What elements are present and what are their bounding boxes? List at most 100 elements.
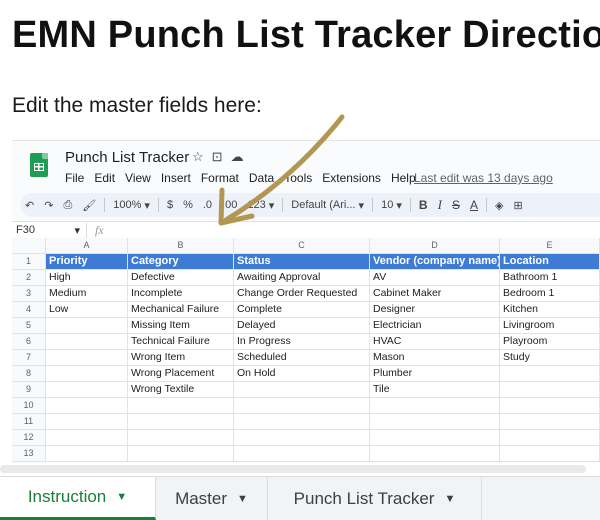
table-cell[interactable]: Wrong Placement (128, 366, 234, 381)
redo-icon[interactable]: ↷ (39, 199, 58, 212)
font-size-select[interactable]: 10 ▾ (376, 199, 407, 212)
strikethrough-button[interactable]: S (447, 198, 465, 212)
row-number[interactable]: 2 (12, 270, 46, 285)
table-cell[interactable] (500, 430, 600, 445)
table-cell[interactable]: Designer (370, 302, 500, 317)
header-cell-location[interactable]: Location (500, 254, 600, 269)
table-cell[interactable]: Technical Failure (128, 334, 234, 349)
italic-button[interactable]: I (433, 197, 447, 213)
table-cell[interactable]: Study (500, 350, 600, 365)
row-number[interactable]: 10 (12, 398, 46, 413)
table-cell[interactable]: On Hold (234, 366, 370, 381)
table-cell[interactable]: Scheduled (234, 350, 370, 365)
table-cell[interactable]: Wrong Textile (128, 382, 234, 397)
table-cell[interactable]: Complete (234, 302, 370, 317)
column-header-c[interactable]: C (234, 238, 370, 253)
undo-icon[interactable]: ↶ (20, 199, 39, 212)
row-number[interactable]: 9 (12, 382, 46, 397)
header-cell-priority[interactable]: Priority (46, 254, 128, 269)
name-box[interactable]: F30 ▾ (12, 224, 86, 237)
table-cell[interactable] (370, 430, 500, 445)
menu-view[interactable]: View (125, 171, 151, 185)
table-cell[interactable]: High (46, 270, 128, 285)
paint-format-icon[interactable]: 🖌 (77, 199, 101, 212)
table-cell[interactable] (128, 446, 234, 461)
row-number[interactable]: 13 (12, 446, 46, 461)
column-header-d[interactable]: D (370, 238, 500, 253)
menu-format[interactable]: Format (201, 171, 239, 185)
percent-button[interactable]: % (178, 199, 198, 211)
tab-punch-list-tracker[interactable]: Punch List Tracker ▼ (268, 477, 482, 520)
select-all-corner[interactable] (12, 238, 46, 253)
table-cell[interactable] (46, 334, 128, 349)
menu-insert[interactable]: Insert (161, 171, 191, 185)
currency-button[interactable]: $ (162, 199, 178, 211)
header-cell-category[interactable]: Category (128, 254, 234, 269)
column-header-b[interactable]: B (128, 238, 234, 253)
increase-decimal-button[interactable]: .00 (217, 199, 242, 211)
table-cell[interactable] (234, 398, 370, 413)
table-cell[interactable]: Plumber (370, 366, 500, 381)
table-cell[interactable] (128, 398, 234, 413)
star-icon[interactable]: ☆ (192, 149, 204, 165)
menu-edit[interactable]: Edit (94, 171, 115, 185)
table-cell[interactable]: Delayed (234, 318, 370, 333)
row-number[interactable]: 1 (12, 254, 46, 269)
table-cell[interactable]: Cabinet Maker (370, 286, 500, 301)
number-format-select[interactable]: 123 ▾ (242, 199, 279, 212)
table-cell[interactable]: Mason (370, 350, 500, 365)
table-cell[interactable] (46, 446, 128, 461)
horizontal-scrollbar[interactable] (0, 465, 586, 473)
move-folder-icon[interactable]: ⊡ (212, 149, 223, 165)
row-number[interactable]: 3 (12, 286, 46, 301)
menu-tools[interactable]: Tools (284, 171, 312, 185)
table-cell[interactable] (128, 414, 234, 429)
zoom-select[interactable]: 100% ▾ (108, 199, 155, 212)
chevron-down-icon[interactable]: ▼ (444, 493, 455, 505)
table-cell[interactable]: In Progress (234, 334, 370, 349)
table-cell[interactable] (46, 430, 128, 445)
bold-button[interactable]: B (414, 198, 433, 212)
table-cell[interactable] (500, 398, 600, 413)
column-header-e[interactable]: E (500, 238, 600, 253)
row-number[interactable]: 4 (12, 302, 46, 317)
column-header-a[interactable]: A (46, 238, 128, 253)
table-cell[interactable] (46, 350, 128, 365)
table-cell[interactable]: Defective (128, 270, 234, 285)
cloud-status-icon[interactable]: ☁ (231, 149, 244, 165)
table-cell[interactable]: Bedroom 1 (500, 286, 600, 301)
borders-icon[interactable]: ⊞ (508, 199, 527, 212)
table-cell[interactable] (370, 398, 500, 413)
table-cell[interactable]: Tile (370, 382, 500, 397)
row-number[interactable]: 11 (12, 414, 46, 429)
table-cell[interactable] (46, 318, 128, 333)
table-cell[interactable]: HVAC (370, 334, 500, 349)
table-cell[interactable] (370, 414, 500, 429)
table-cell[interactable]: Bathroom 1 (500, 270, 600, 285)
table-cell[interactable]: Medium (46, 286, 128, 301)
menu-extensions[interactable]: Extensions (322, 171, 381, 185)
table-cell[interactable]: Awaiting Approval (234, 270, 370, 285)
font-select[interactable]: Default (Ari... ▾ (286, 199, 369, 212)
tab-instruction[interactable]: Instruction ▼ (0, 477, 156, 520)
table-cell[interactable] (128, 430, 234, 445)
table-cell[interactable]: Electrician (370, 318, 500, 333)
table-cell[interactable] (500, 414, 600, 429)
header-cell-status[interactable]: Status (234, 254, 370, 269)
table-cell[interactable] (46, 366, 128, 381)
row-number[interactable]: 6 (12, 334, 46, 349)
table-cell[interactable]: Playroom (500, 334, 600, 349)
table-cell[interactable]: AV (370, 270, 500, 285)
table-cell[interactable] (500, 382, 600, 397)
table-cell[interactable] (234, 430, 370, 445)
menu-data[interactable]: Data (249, 171, 274, 185)
text-color-button[interactable]: A (465, 198, 483, 212)
table-cell[interactable] (234, 446, 370, 461)
menu-help[interactable]: Help (391, 171, 416, 185)
table-cell[interactable]: Low (46, 302, 128, 317)
table-cell[interactable]: Wrong Item (128, 350, 234, 365)
table-cell[interactable]: Livingroom (500, 318, 600, 333)
table-cell[interactable] (46, 414, 128, 429)
sheets-logo-icon[interactable] (30, 153, 48, 177)
table-cell[interactable] (234, 382, 370, 397)
